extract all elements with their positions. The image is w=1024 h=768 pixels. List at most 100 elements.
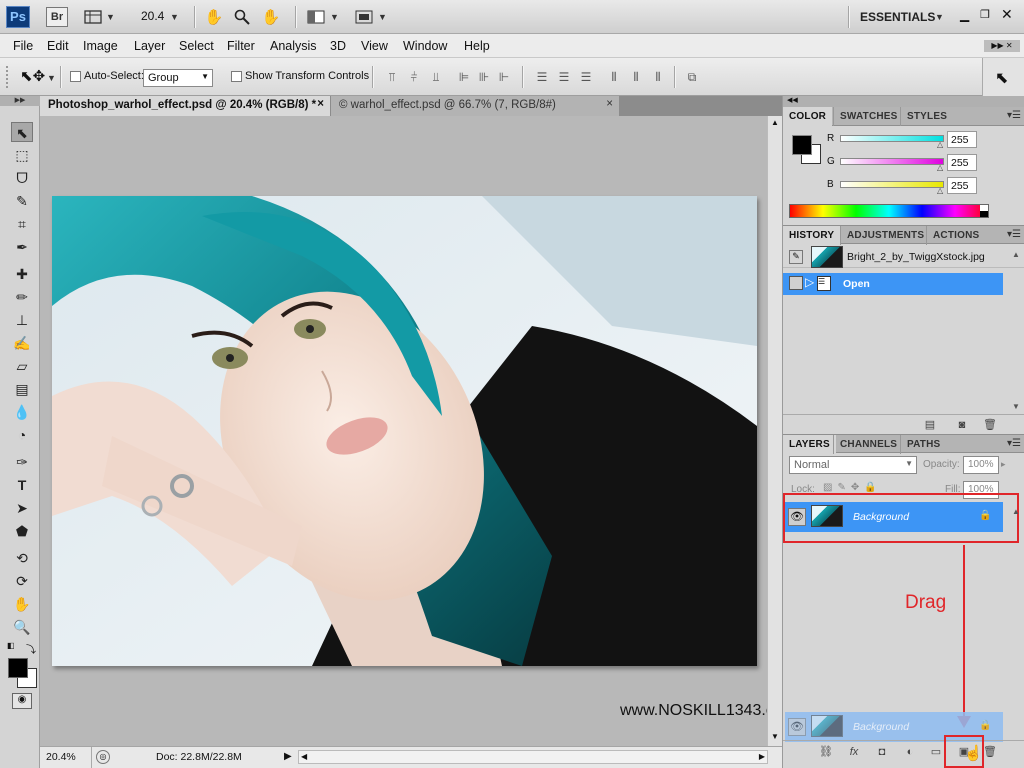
tool-presets-icon[interactable]: ⬉ <box>995 68 1008 88</box>
color-spectrum-ramp[interactable] <box>789 204 989 218</box>
panel-menu-icon[interactable]: ▾☰ <box>1007 229 1021 240</box>
history-source-checkbox[interactable] <box>789 276 803 290</box>
canvas-area[interactable]: www.NOSKILL1343.com <box>40 116 796 746</box>
move-icon[interactable]: ⬉ <box>11 122 33 142</box>
close-icon[interactable]: × <box>606 98 613 110</box>
align-vcenter-icon[interactable]: ⫩ <box>406 69 422 85</box>
restore-icon[interactable]: ❐ <box>980 8 994 22</box>
hand-tool-icon[interactable]: ✋ <box>204 6 224 28</box>
distribute-right-icon[interactable]: ⦀ <box>650 69 666 85</box>
tab-layers[interactable]: LAYERS <box>783 435 836 454</box>
tab-color[interactable]: COLOR <box>783 107 833 126</box>
new-group-icon[interactable]: ▭ <box>927 744 945 760</box>
channel-b-slider[interactable] <box>840 181 944 188</box>
horizontal-scrollbar[interactable]: ◀ ▶ <box>298 750 768 764</box>
vertical-scrollbar[interactable]: ▲ ▼ <box>767 116 782 746</box>
quick-mask-icon[interactable]: ◉ <box>12 693 32 709</box>
scroll-up-icon[interactable]: ▲ <box>771 118 779 127</box>
history-state-row[interactable]: ▷ ☰ Open <box>783 273 1003 295</box>
bridge-button[interactable]: Br <box>46 7 68 27</box>
tab-swatches[interactable]: SWATCHES <box>833 107 904 126</box>
menu-help[interactable]: Help <box>464 39 490 53</box>
menu-layer[interactable]: Layer <box>134 39 165 53</box>
toolbox-collapse-icon[interactable]: ▶▶ <box>0 96 40 106</box>
history-brush-icon[interactable]: ✍ <box>11 333 33 353</box>
menu-view[interactable]: View <box>361 39 388 53</box>
auto-select-checkbox[interactable] <box>70 71 81 82</box>
close-icon[interactable]: × <box>317 98 324 110</box>
zoom-level[interactable]: 20.4 <box>141 9 164 23</box>
brush-icon[interactable]: ✏ <box>11 287 33 307</box>
arrange-documents-icon[interactable] <box>306 8 326 26</box>
3d-orbit-icon[interactable]: ⟳ <box>11 571 33 591</box>
dodge-icon[interactable]: ◔ <box>11 425 33 445</box>
tab-styles[interactable]: STYLES <box>900 107 953 126</box>
chevron-down-icon[interactable]: ▼ <box>935 12 944 22</box>
align-bottom-icon[interactable]: ⫫ <box>428 69 444 85</box>
slider-thumb-icon[interactable]: △ <box>937 186 943 195</box>
auto-align-icon[interactable]: ⧉ <box>684 69 700 85</box>
gradient-icon[interactable]: ▤ <box>11 379 33 399</box>
foreground-color-swatch[interactable] <box>792 135 812 155</box>
fx-icon[interactable]: fx <box>845 744 863 760</box>
panel-menu-icon[interactable]: ▾☰ <box>1007 110 1021 121</box>
align-right-icon[interactable]: ⊩ <box>496 69 512 85</box>
tab-channels[interactable]: CHANNELS <box>833 435 903 454</box>
eraser-icon[interactable]: ▱ <box>11 356 33 376</box>
eyedropper-icon[interactable]: ✒ <box>11 237 33 257</box>
show-transform-checkbox[interactable] <box>231 71 242 82</box>
minimize-icon[interactable]: ▁ <box>960 8 974 22</box>
channel-b-value[interactable]: 255 <box>947 177 977 194</box>
chevron-down-icon[interactable]: ▼ <box>170 12 179 22</box>
tab-adjustments[interactable]: ADJUSTMENTS <box>840 226 930 245</box>
foreground-color-swatch[interactable] <box>8 658 28 678</box>
tab-history[interactable]: HISTORY <box>783 226 841 245</box>
blur-icon[interactable]: 💧 <box>11 402 33 422</box>
channel-r-slider[interactable] <box>840 135 944 142</box>
swap-colors-icon[interactable]: ⤵ <box>26 641 36 656</box>
pen-icon[interactable]: ✑ <box>11 452 33 472</box>
stamp-icon[interactable]: ⊥ <box>11 310 33 330</box>
scroll-up-icon[interactable]: ▲ <box>1012 507 1020 516</box>
close-icon[interactable]: ✕ <box>1001 6 1015 22</box>
status-zoom[interactable]: 20.4% <box>40 747 92 768</box>
channel-g-value[interactable]: 255 <box>947 154 977 171</box>
default-colors-icon[interactable]: ◧ <box>7 641 15 650</box>
new-document-from-state-icon[interactable]: ▤ <box>921 417 939 433</box>
workspace-switcher[interactable]: ESSENTIALS <box>860 10 935 24</box>
adjustment-layer-icon[interactable]: ◐ <box>901 744 919 760</box>
menu-analysis[interactable]: Analysis <box>270 39 317 53</box>
type-icon[interactable]: T <box>11 475 33 495</box>
distribute-top-icon[interactable]: ☰ <box>534 69 550 85</box>
add-mask-icon[interactable]: ◘ <box>873 744 891 760</box>
menu-image[interactable]: Image <box>83 39 118 53</box>
auto-select-dropdown[interactable]: Group ▼ <box>143 69 213 87</box>
distribute-left-icon[interactable]: ⦀ <box>606 69 622 85</box>
menu-filter[interactable]: Filter <box>227 39 255 53</box>
slider-thumb-icon[interactable]: △ <box>937 163 943 172</box>
chevron-down-icon[interactable]: ▼ <box>106 12 115 22</box>
new-snapshot-icon[interactable]: ◙ <box>953 417 971 433</box>
distribute-vcenter-icon[interactable]: ☰ <box>556 69 572 85</box>
history-snapshot-row[interactable]: ✎ Bright_2_by_TwiggXstock.jpg <box>783 246 1024 268</box>
crop-icon[interactable]: ⌗ <box>11 214 33 234</box>
slider-thumb-icon[interactable]: △ <box>937 140 943 149</box>
scroll-left-icon[interactable]: ◀ <box>301 752 307 761</box>
chevron-down-icon[interactable]: ▼ <box>378 12 387 22</box>
zoom-icon[interactable]: 🔍 <box>11 617 33 637</box>
status-info-icon[interactable]: ◎ <box>96 750 110 764</box>
healing-icon[interactable]: ✚ <box>11 264 33 284</box>
path-select-icon[interactable]: ➤ <box>11 498 33 518</box>
black-white-swatch[interactable] <box>980 205 988 217</box>
lasso-icon[interactable]: ᗜ <box>11 168 33 188</box>
tab-actions[interactable]: ACTIONS <box>926 226 985 245</box>
scroll-down-icon[interactable]: ▼ <box>771 732 779 741</box>
align-top-icon[interactable]: ⫪ <box>384 69 400 85</box>
menu-edit[interactable]: Edit <box>47 39 69 53</box>
lock-icons[interactable]: ▨✎✥🔒 <box>823 482 882 493</box>
distribute-bottom-icon[interactable]: ☰ <box>578 69 594 85</box>
collapse-panels-icon[interactable]: ▶▶ ✕ <box>984 40 1020 52</box>
align-left-icon[interactable]: ⊫ <box>456 69 472 85</box>
distribute-hcenter-icon[interactable]: ⦀ <box>628 69 644 85</box>
menu-file[interactable]: File <box>13 39 33 53</box>
